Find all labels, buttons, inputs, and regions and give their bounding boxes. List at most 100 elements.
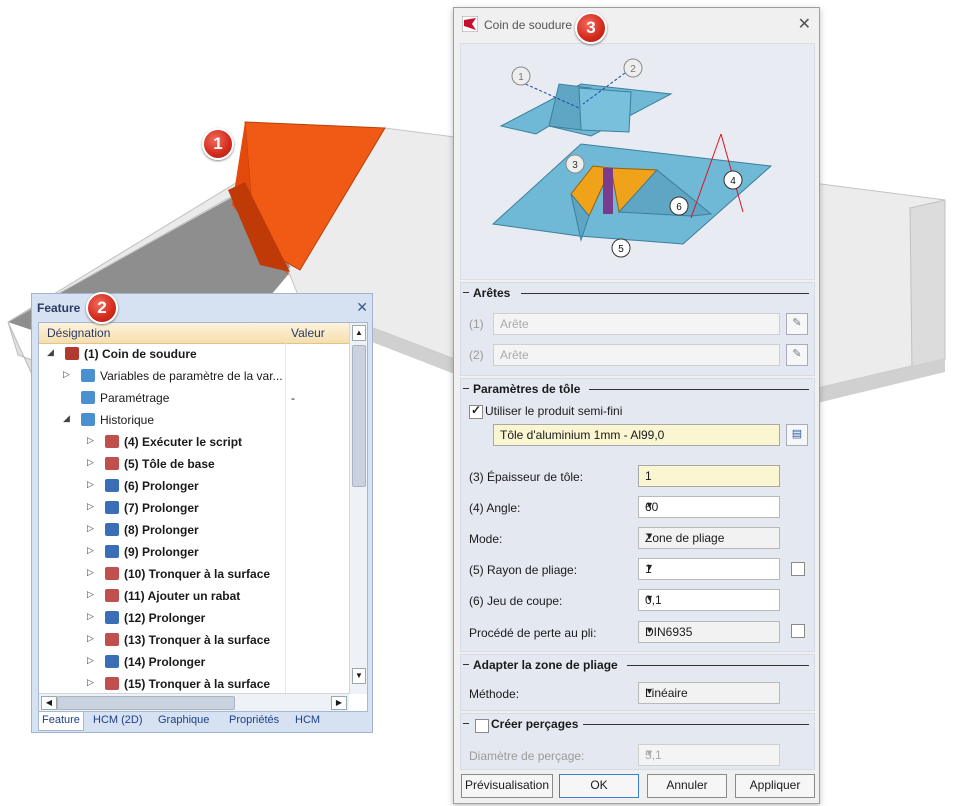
bend-radius-label: (5) Rayon de pliage: bbox=[469, 563, 578, 577]
collapse-icon[interactable]: ◢ bbox=[63, 413, 70, 424]
expand-icon[interactable]: ▷ bbox=[87, 457, 94, 468]
tree-row[interactable]: ◢ Historique bbox=[39, 409, 349, 431]
extend-icon bbox=[105, 479, 119, 492]
callout-badge-1: 1 bbox=[202, 128, 234, 160]
angle-label: (4) Angle: bbox=[469, 501, 521, 515]
expand-icon[interactable]: ▷ bbox=[87, 655, 94, 666]
edge-1-field[interactable]: Arête bbox=[493, 313, 780, 335]
diameter-label: Diamètre de perçage: bbox=[469, 749, 585, 763]
chevron-down-icon: ▼ bbox=[645, 531, 654, 541]
tree-row[interactable]: ◢ (1) Coin de soudure bbox=[39, 343, 349, 365]
tree-row[interactable]: Paramétrage - bbox=[39, 387, 349, 409]
edge-2-field[interactable]: Arête bbox=[493, 344, 780, 366]
collapse-icon[interactable]: ◢ bbox=[47, 347, 54, 358]
tree-row[interactable]: ▷ (10) Tronquer à la surface bbox=[39, 563, 349, 585]
tree-row[interactable]: ▷ (12) Prolonger bbox=[39, 607, 349, 629]
callout-badge-3: 3 bbox=[575, 12, 607, 44]
mode-select[interactable]: Zone de pliage ▼ bbox=[638, 527, 780, 549]
chevron-down-icon: ▼ bbox=[645, 625, 654, 635]
expand-icon[interactable]: ▷ bbox=[87, 567, 94, 578]
expand-icon[interactable]: ▷ bbox=[87, 589, 94, 600]
expand-icon[interactable]: ▷ bbox=[87, 611, 94, 622]
app-logo-icon bbox=[462, 16, 478, 32]
expand-icon[interactable]: ▷ bbox=[87, 523, 94, 534]
close-icon[interactable]: ✕ bbox=[798, 14, 811, 34]
cut-gap-select[interactable]: 0,1 ▼ bbox=[638, 589, 780, 611]
tab-graphique[interactable]: Graphique bbox=[155, 712, 212, 730]
tab-proprietes[interactable]: Propriétés bbox=[226, 712, 282, 730]
bend-loss-label: Procédé de perte au pli: bbox=[469, 626, 597, 640]
thickness-input[interactable]: 1 bbox=[638, 465, 780, 487]
close-icon[interactable]: ✕ bbox=[356, 299, 368, 316]
tree-row[interactable]: ▷ (15) Tronquer à la surface bbox=[39, 673, 349, 695]
expand-icon[interactable]: ▷ bbox=[63, 369, 70, 380]
thickness-label: (3) Épaisseur de tôle: bbox=[469, 470, 584, 484]
tree-row[interactable]: ▷ (6) Prolonger bbox=[39, 475, 349, 497]
extend-icon bbox=[105, 545, 119, 558]
scroll-thumb[interactable] bbox=[352, 345, 366, 487]
method-select[interactable]: Linéaire ▼ bbox=[638, 682, 780, 704]
feature-tree[interactable]: Désignation Valeur ◢ (1) Coin de soudure ▷… bbox=[38, 322, 368, 712]
expand-icon[interactable]: ▷ bbox=[87, 677, 94, 688]
ok-button[interactable]: OK bbox=[559, 774, 639, 798]
pick-edge-2-icon[interactable]: ✎ bbox=[786, 344, 808, 366]
extend-icon bbox=[105, 523, 119, 536]
semi-finished-label: Utiliser le produit semi-fini bbox=[485, 404, 623, 418]
edges-group-title: Arêtes bbox=[473, 286, 511, 300]
group-rule bbox=[589, 389, 809, 390]
material-catalog-icon[interactable]: ▤ bbox=[786, 424, 808, 446]
tree-row[interactable]: ▷ (13) Tronquer à la surface bbox=[39, 629, 349, 651]
tab-hcm-2d[interactable]: HCM (2D) bbox=[90, 712, 146, 730]
tree-row[interactable]: ▷ (11) Ajouter un rabat bbox=[39, 585, 349, 607]
angle-select[interactable]: 60 ▼ bbox=[638, 496, 780, 518]
cancel-button[interactable]: Annuler bbox=[647, 774, 727, 798]
horizontal-scrollbar[interactable]: ◀ ▶ bbox=[39, 693, 349, 711]
diameter-select[interactable]: 5,1 ▼ bbox=[638, 744, 780, 766]
sheet-parameters-title: Paramètres de tôle bbox=[473, 382, 581, 396]
column-separator bbox=[285, 409, 286, 431]
group-dash bbox=[463, 388, 469, 389]
pick-edge-1-icon[interactable]: ✎ bbox=[786, 313, 808, 335]
bend-loss-select[interactable]: DIN6935 ▼ bbox=[638, 621, 780, 643]
script-icon bbox=[105, 435, 119, 448]
bend-radius-select[interactable]: 1 ▼ bbox=[638, 558, 780, 580]
column-designation[interactable]: Désignation bbox=[47, 326, 110, 340]
tree-row-label: (12) Prolonger bbox=[124, 611, 206, 625]
column-value[interactable]: Valeur bbox=[291, 326, 325, 340]
panel-tabs: Feature HCM (2D) Graphique Propriétés HC… bbox=[38, 710, 366, 731]
tree-row[interactable]: ▷ (5) Tôle de base bbox=[39, 453, 349, 475]
tree-row[interactable]: ▷ (8) Prolonger bbox=[39, 519, 349, 541]
expand-icon[interactable]: ▷ bbox=[87, 479, 94, 490]
create-holes-checkbox[interactable] bbox=[475, 719, 489, 733]
bend-loss-checkbox[interactable] bbox=[791, 624, 805, 638]
bend-radius-checkbox[interactable] bbox=[791, 562, 805, 576]
expand-icon[interactable]: ▷ bbox=[87, 435, 94, 446]
flange-icon bbox=[105, 589, 119, 602]
preview-button[interactable]: Prévisualisation bbox=[461, 774, 553, 798]
tree-row[interactable]: ▷ (4) Exécuter le script bbox=[39, 431, 349, 453]
tab-feature[interactable]: Feature bbox=[38, 712, 84, 731]
scroll-up-icon[interactable]: ▲ bbox=[352, 325, 366, 341]
expand-icon[interactable]: ▷ bbox=[87, 633, 94, 644]
tree-row[interactable]: ▷ (14) Prolonger bbox=[39, 651, 349, 673]
tree-row[interactable]: ▷ Variables de paramètre de la var... bbox=[39, 365, 349, 387]
expand-icon[interactable]: ▷ bbox=[87, 545, 94, 556]
tree-row-label: (4) Exécuter le script bbox=[124, 435, 243, 449]
tab-hcm[interactable]: HCM bbox=[292, 712, 323, 730]
tree-row[interactable]: ▷ (7) Prolonger bbox=[39, 497, 349, 519]
vertical-scrollbar[interactable]: ▲ ▼ bbox=[349, 323, 367, 694]
holes-group: Créer perçages Diamètre de perçage: 5,1 ▼ bbox=[460, 713, 815, 770]
apply-button[interactable]: Appliquer bbox=[735, 774, 815, 798]
scroll-down-icon[interactable]: ▼ bbox=[352, 668, 366, 684]
semi-finished-checkbox[interactable] bbox=[469, 403, 483, 419]
scroll-right-icon[interactable]: ▶ bbox=[331, 696, 347, 710]
hscroll-thumb[interactable] bbox=[57, 696, 235, 710]
scroll-left-icon[interactable]: ◀ bbox=[41, 696, 57, 710]
dialog-title: Coin de soudure bbox=[484, 18, 573, 32]
weld-corner-dialog: Coin de soudure ✕ 1 2 3 4 5 6 Arêtes (1)… bbox=[453, 7, 820, 804]
tree-row[interactable]: ▷ (9) Prolonger bbox=[39, 541, 349, 563]
expand-icon[interactable]: ▷ bbox=[87, 501, 94, 512]
svg-text:3: 3 bbox=[572, 160, 578, 171]
material-field[interactable]: Tôle d'aluminium 1mm - Al99,0 bbox=[493, 424, 780, 446]
edges-group: Arêtes (1) Arête ✎ (2) Arête ✎ bbox=[460, 282, 815, 376]
